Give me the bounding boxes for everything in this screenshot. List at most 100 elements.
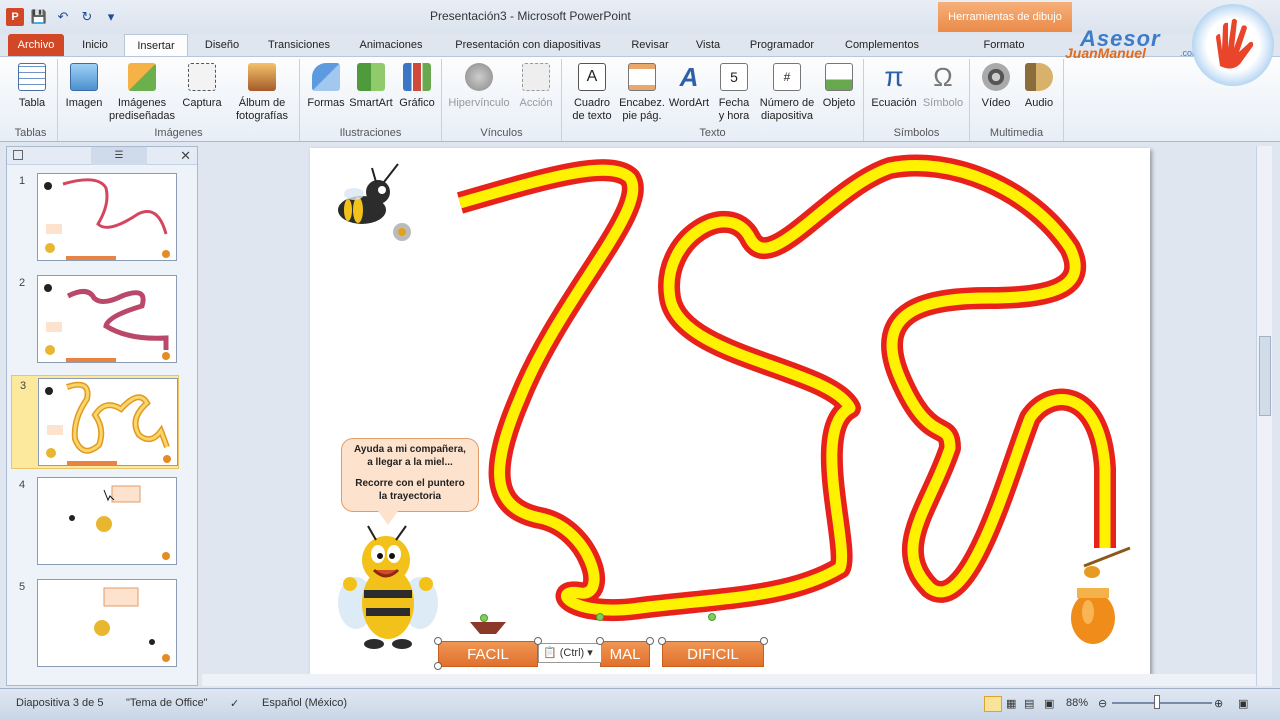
group-label-simbolos: Símbolos (893, 127, 940, 139)
theme-status[interactable]: "Tema de Office" (126, 697, 208, 709)
numero-diapositiva-button[interactable]: # Número de diapositiva (756, 63, 818, 123)
selection-handle[interactable] (534, 637, 542, 645)
cuadro-label-2: de texto (572, 110, 612, 122)
tab-transiciones[interactable]: Transiciones (258, 34, 340, 56)
selection-handle[interactable] (434, 662, 442, 670)
cuadro-de-texto-button[interactable]: A Cuadro de texto (566, 63, 618, 123)
wordart-icon: A (679, 62, 699, 92)
hand-logo-svg (1216, 18, 1254, 69)
grafico-button[interactable]: Gráfico (396, 63, 438, 110)
slide-2-preview-art (44, 284, 170, 362)
zoom-level[interactable]: 88% (1066, 697, 1088, 709)
fecha-hora-button[interactable]: 5 Fecha y hora (714, 63, 754, 123)
tab-diseno[interactable]: Diseño (194, 34, 250, 56)
screenshot-icon (188, 63, 216, 91)
ecuacion-button[interactable]: π Ecuación (868, 63, 920, 110)
tabla-button[interactable]: Tabla (10, 63, 54, 110)
slides-tab-icon[interactable] (13, 150, 23, 160)
captura-button[interactable]: Captura (180, 63, 224, 110)
wordart-button[interactable]: A WordArt (666, 63, 712, 110)
slide-thumbnail-3[interactable]: 3 (11, 375, 179, 469)
calendar-icon: 5 (720, 63, 748, 91)
slide-preview (38, 378, 178, 466)
hipervinculo-button[interactable]: Hipervínculo (446, 63, 512, 110)
selection-handle[interactable] (760, 637, 768, 645)
outline-tab[interactable]: ☰ (91, 147, 147, 165)
facil-button[interactable]: FACIL (438, 641, 538, 667)
encabez-label-2: pie pág. (622, 110, 662, 122)
photo-album-icon (248, 63, 276, 91)
normal-button[interactable]: MAL (600, 641, 650, 667)
slide-preview (37, 579, 177, 667)
selection-handle[interactable] (434, 637, 442, 645)
imagenes-prediseñadas-button[interactable]: Imágenes prediseñadas (108, 63, 176, 123)
shapes-icon (312, 63, 340, 91)
formas-button[interactable]: Formas (304, 63, 348, 110)
omega-icon: Ω (933, 62, 953, 92)
normal-view-icon[interactable] (984, 696, 1002, 712)
objeto-button[interactable]: Objeto (818, 63, 860, 110)
slide-thumbnail-1[interactable]: 1 (11, 171, 179, 265)
album-button[interactable]: Álbum de fotografías (226, 63, 298, 123)
undo-icon[interactable]: ↶ (54, 8, 72, 26)
tab-presentacion[interactable]: Presentación con diapositivas (444, 34, 612, 56)
simbolo-button[interactable]: Ω Símbolo (920, 63, 966, 110)
video-label: Vídeo (981, 97, 1011, 109)
scrollbar-thumb[interactable] (1259, 336, 1271, 416)
accion-button[interactable]: Acción (516, 63, 556, 110)
slide-number-icon: # (773, 63, 801, 91)
bubble-text-line: Ayuda a mi compañera, (354, 444, 466, 455)
vertical-scrollbar[interactable] (1256, 146, 1272, 686)
video-button[interactable]: Vídeo (974, 63, 1018, 110)
tab-insertar[interactable]: Insertar (124, 34, 188, 56)
powerpoint-logo-icon[interactable]: P (6, 8, 24, 26)
horizontal-scrollbar[interactable] (202, 674, 1256, 686)
selection-handle[interactable] (658, 637, 666, 645)
tab-file[interactable]: Archivo (8, 34, 64, 56)
tab-programador[interactable]: Programador (740, 34, 824, 56)
current-slide[interactable]: Ayuda a mi compañera, a llegar a la miel… (310, 148, 1150, 674)
redo-icon[interactable]: ↻ (78, 8, 96, 26)
reading-view-icon[interactable]: ▤ (1024, 697, 1034, 710)
selection-handle[interactable] (596, 637, 604, 645)
slide-thumbnail-5[interactable]: 5 (11, 577, 179, 671)
tab-formato[interactable]: Formato (960, 34, 1048, 56)
small-bee-illustration (338, 163, 411, 241)
tab-vista[interactable]: Vista (686, 34, 730, 56)
zoom-in-icon[interactable]: ⊕ (1214, 697, 1223, 710)
audio-button[interactable]: Audio (1018, 63, 1060, 110)
slide-preview (37, 477, 177, 565)
rotation-handle[interactable] (480, 614, 488, 622)
smartart-button[interactable]: SmartArt (348, 63, 394, 110)
bubble-text-line: a llegar a la miel... (367, 457, 453, 468)
slide-thumbnail-2[interactable]: 2 (11, 273, 179, 367)
selection-handle[interactable] (646, 637, 654, 645)
zoom-out-icon[interactable]: ⊖ (1098, 697, 1107, 710)
close-panel-icon[interactable]: ✕ (180, 148, 191, 164)
encabezado-button[interactable]: Encabez. pie pág. (618, 63, 666, 123)
slide-5-preview-art (94, 587, 170, 662)
paste-options-button[interactable]: 📋 (Ctrl) ▾ (538, 643, 602, 663)
rotation-handle[interactable] (596, 613, 604, 621)
slide-thumbnail-4[interactable]: 4 (11, 475, 179, 569)
speech-bubble[interactable]: Ayuda a mi compañera, a llegar a la miel… (341, 438, 479, 525)
slide-number: 4 (19, 479, 26, 491)
spellcheck-icon[interactable]: ✓ (230, 697, 239, 710)
tab-inicio[interactable]: Inicio (72, 34, 118, 56)
slideshow-view-icon[interactable]: ▣ (1044, 697, 1054, 710)
slide-sorter-icon[interactable]: ▦ (1006, 697, 1016, 710)
tab-revisar[interactable]: Revisar (622, 34, 678, 56)
dificil-button[interactable]: DIFICIL (662, 641, 764, 667)
zoom-slider[interactable] (1112, 702, 1212, 704)
zoom-slider-knob[interactable] (1154, 695, 1160, 709)
tab-complementos[interactable]: Complementos (834, 34, 930, 56)
rotation-handle[interactable] (708, 613, 716, 621)
smartart-icon (357, 63, 385, 91)
customize-qat-icon[interactable]: ▾ (102, 8, 120, 26)
save-icon[interactable]: 💾 (30, 8, 48, 26)
language-status[interactable]: Español (México) (262, 697, 347, 709)
wordart-label: WordArt (668, 97, 710, 109)
imagen-button[interactable]: Imagen (62, 63, 106, 110)
tab-animaciones[interactable]: Animaciones (350, 34, 432, 56)
fit-to-window-icon[interactable]: ▣ (1238, 697, 1248, 710)
